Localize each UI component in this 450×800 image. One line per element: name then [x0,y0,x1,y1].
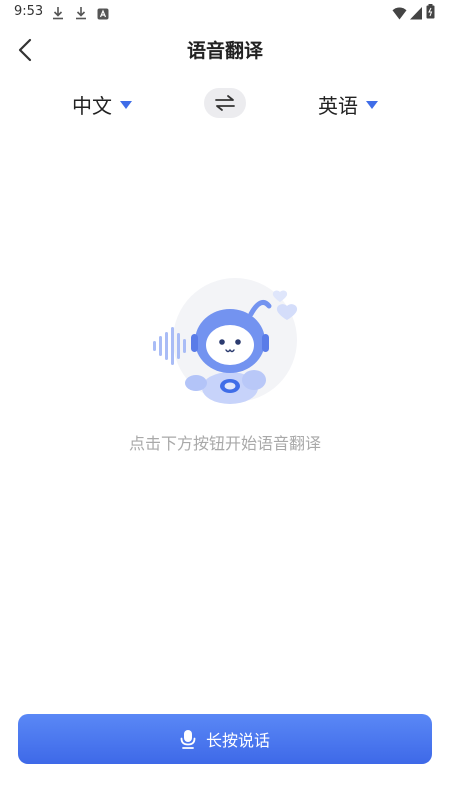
download-icon [75,5,87,24]
app-notification-icon [97,5,109,24]
robot-illustration [148,270,302,410]
status-bar: 9:53 [0,0,450,24]
instruction-hint: 点击下方按钮开始语音翻译 [128,434,321,453]
target-language-dropdown[interactable]: 英语 [318,90,378,119]
language-selector-row: 中文 英语 [0,84,450,124]
source-language-label: 中文 [72,94,112,118]
page-title: 语音翻译 [186,40,263,62]
status-time: 9:53 [14,4,44,19]
hold-to-talk-button[interactable]: 长按说话 [18,714,432,764]
microphone-icon [180,729,196,749]
wifi-icon [392,5,407,24]
hold-to-talk-label: 长按说话 [205,731,270,750]
source-language-dropdown[interactable]: 中文 [72,90,132,119]
battery-icon [426,4,435,23]
swap-arrows-icon [215,95,235,111]
swap-languages-button[interactable] [204,88,246,118]
app-bar: 语音翻译 [0,28,450,72]
target-language-label: 英语 [318,94,358,118]
cellular-signal-icon [410,5,422,24]
triangle-down-icon [366,100,378,109]
triangle-down-icon [120,100,132,109]
download-icon [52,5,64,24]
